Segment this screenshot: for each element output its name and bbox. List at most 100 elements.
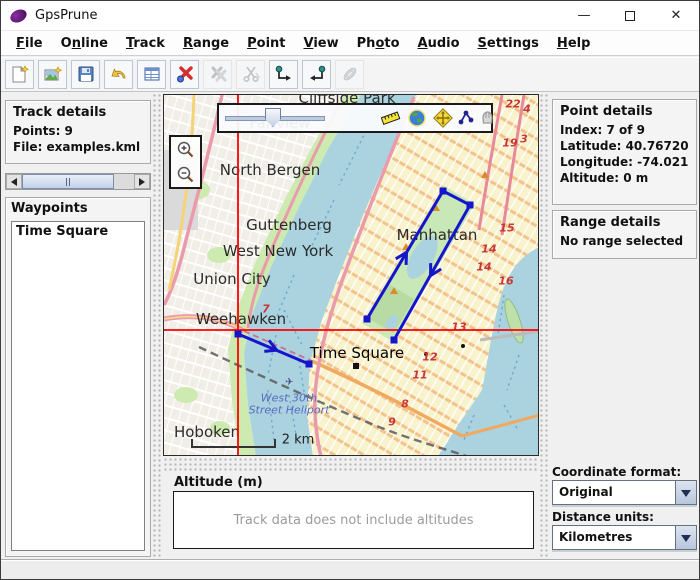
close-button[interactable]: ✕ <box>653 1 699 30</box>
point-index: Index: 7 of 9 <box>560 122 689 138</box>
distance-units-dropdown-button[interactable] <box>675 526 696 549</box>
scroll-right-button[interactable] <box>134 174 150 189</box>
map-viewport[interactable]: ✈ Cliffside Park Fairview North Bergen G… <box>163 94 539 456</box>
show-track-icon[interactable] <box>457 108 477 128</box>
chevron-down-icon <box>681 490 691 502</box>
scrollbar-track[interactable] <box>22 174 134 189</box>
cut-range-button[interactable] <box>236 60 265 89</box>
delete-point-button[interactable] <box>170 60 199 89</box>
waypoints-title: Waypoints <box>11 201 145 216</box>
altitude-empty-message: Track data does not include altitudes <box>234 513 474 528</box>
point-details-title: Point details <box>560 104 689 119</box>
open-image-icon <box>43 64 63 84</box>
save-icon <box>76 64 96 84</box>
minimize-icon: — <box>578 8 591 23</box>
track-details-title: Track details <box>13 105 143 120</box>
coordinate-format-value: Original <box>553 481 675 504</box>
range-details-title: Range details <box>560 215 689 230</box>
track-points-count: Points: 9 <box>13 123 143 139</box>
right-splitter[interactable] <box>539 93 550 558</box>
menu-file[interactable]: File <box>7 33 52 54</box>
chevron-down-icon <box>681 535 691 547</box>
scrollbar-thumb[interactable] <box>22 174 114 189</box>
menu-track[interactable]: Track <box>117 33 174 54</box>
horizontal-splitter[interactable] <box>163 457 539 471</box>
undo-icon <box>109 64 129 84</box>
connect-photo-icon <box>340 64 360 84</box>
menu-settings[interactable]: Settings <box>469 33 548 54</box>
distance-units-label: Distance units: <box>552 510 654 524</box>
point-longitude: Longitude: -74.0219... <box>560 154 689 170</box>
waypoint-list-item[interactable]: Time Square <box>12 222 144 241</box>
map-zoom-panel <box>169 135 202 189</box>
prev-point-button[interactable] <box>269 60 298 89</box>
coordinate-format-dropdown-button[interactable] <box>675 481 696 504</box>
map-controls-bar <box>217 103 493 133</box>
new-file-icon <box>10 64 30 84</box>
menu-point[interactable]: Point <box>238 33 294 54</box>
status-bar <box>1 559 699 579</box>
pan-mode-icon[interactable] <box>433 108 453 128</box>
menu-online[interactable]: Online <box>52 33 117 54</box>
window-title: GpsPrune <box>35 8 98 23</box>
title-bar: GpsPrune — ✕ <box>1 1 699 31</box>
coordinate-format-label: Coordinate format: <box>552 465 681 479</box>
cut-range-icon <box>241 64 261 84</box>
delete-range-icon <box>208 64 228 84</box>
point-latitude: Latitude: 40.767206 <box>560 138 689 154</box>
edit-mode-icon[interactable] <box>477 108 497 128</box>
scale-bar-toggle-icon[interactable] <box>381 108 401 128</box>
left-arrow-icon <box>7 178 17 186</box>
range-details-panel: Range details No range selected <box>552 210 697 259</box>
map-background-icon[interactable] <box>407 108 427 128</box>
waypoints-list[interactable]: Time Square <box>11 221 145 551</box>
zoom-in-button[interactable] <box>175 139 197 161</box>
save-button[interactable] <box>71 60 100 89</box>
waypoints-panel: Waypoints Time Square <box>5 197 151 557</box>
connect-photo-button[interactable] <box>335 60 364 89</box>
distance-units-value: Kilometres <box>553 526 675 549</box>
delete-range-button[interactable] <box>203 60 232 89</box>
left-splitter[interactable] <box>152 93 163 558</box>
main-toolbar <box>1 57 699 92</box>
next-point-button[interactable] <box>302 60 331 89</box>
scroll-left-button[interactable] <box>6 174 22 189</box>
delete-point-icon <box>175 64 195 84</box>
prev-point-icon <box>274 64 294 84</box>
altitude-chart-title: Altitude (m) <box>174 475 263 490</box>
altitude-chart-area[interactable]: Track data does not include altitudes <box>173 491 534 549</box>
right-arrow-icon <box>139 178 149 186</box>
menu-bar: File Online Track Range Point View Photo… <box>1 31 699 56</box>
menu-audio[interactable]: Audio <box>409 33 469 54</box>
maximize-button[interactable] <box>607 1 653 30</box>
track-lines <box>238 191 470 364</box>
coordinate-format-select[interactable]: Original <box>552 480 697 505</box>
menu-help[interactable]: Help <box>548 33 599 54</box>
edit-point-button[interactable] <box>137 60 166 89</box>
point-details-panel: Point details Index: 7 of 9 Latitude: 40… <box>552 99 697 205</box>
zoom-slider[interactable] <box>225 105 335 131</box>
menu-range[interactable]: Range <box>174 33 238 54</box>
zoom-in-icon <box>176 140 196 160</box>
left-panel-scrollbar[interactable] <box>5 173 151 190</box>
open-image-button[interactable] <box>38 60 67 89</box>
app-window: GpsPrune — ✕ File Online Track Range Poi… <box>0 0 700 580</box>
point-altitude: Altitude: 0 m <box>560 170 689 186</box>
new-file-button[interactable] <box>5 60 34 89</box>
track-overlay <box>164 95 539 456</box>
zoom-out-button[interactable] <box>175 164 197 186</box>
undo-button[interactable] <box>104 60 133 89</box>
close-icon: ✕ <box>671 8 682 23</box>
range-details-text: No range selected <box>560 233 689 249</box>
track-file-name: File: examples.kml <box>13 139 143 155</box>
distance-units-select[interactable]: Kilometres <box>552 525 697 550</box>
menu-photo[interactable]: Photo <box>348 33 409 54</box>
minimize-button[interactable]: — <box>561 1 607 30</box>
zoom-out-icon <box>176 165 196 185</box>
track-details-panel: Track details Points: 9 File: examples.k… <box>5 100 151 164</box>
next-point-icon <box>307 64 327 84</box>
app-logo-icon <box>8 6 28 24</box>
maximize-icon <box>625 11 635 21</box>
zoom-slider-thumb[interactable] <box>265 108 281 127</box>
menu-view[interactable]: View <box>295 33 348 54</box>
